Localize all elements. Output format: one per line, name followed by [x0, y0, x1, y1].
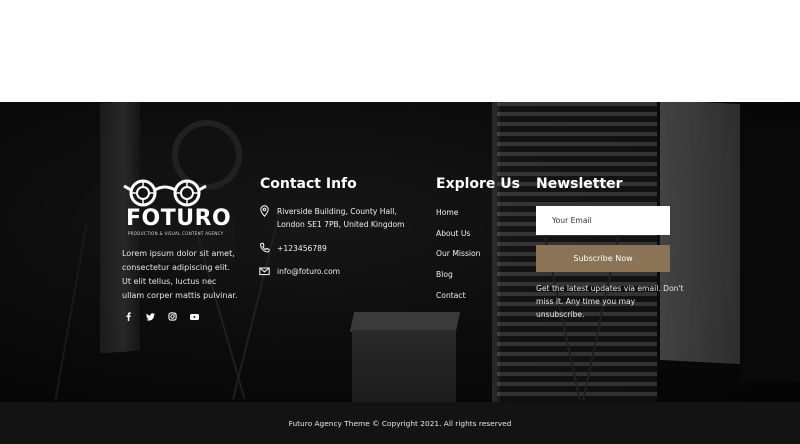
footer-link-home[interactable]: Home: [436, 207, 480, 228]
newsletter-heading: Newsletter: [536, 176, 623, 192]
explore-links: Home About Us Our Mission Blog Contact: [436, 207, 480, 310]
site-footer: [0, 102, 800, 402]
copyright-text: Futuro Agency Theme © Copyright 2021. Al…: [288, 418, 512, 428]
contact-address: Riverside Building, County Hall, London …: [277, 207, 405, 229]
subscribe-button[interactable]: Subscribe Now: [536, 245, 670, 272]
footer-link-contact[interactable]: Contact: [436, 290, 480, 311]
footer-link-our-mission[interactable]: Our Mission: [436, 248, 480, 269]
contact-email-row: info@foturo.com: [259, 265, 340, 278]
location-pin-icon: [260, 205, 269, 217]
twitter-icon[interactable]: [146, 312, 155, 321]
contact-address-row: Riverside Building, County Hall, London …: [259, 205, 409, 231]
envelope-icon: [259, 267, 270, 276]
brand-tagline: PRODUCTION & VISUAL CONTENT AGENCY: [128, 231, 224, 236]
copyright-bar: Futuro Agency Theme © Copyright 2021. Al…: [0, 402, 800, 444]
brand-description: Lorem ipsum dolor sit amet, consectetur …: [122, 249, 238, 300]
newsletter-email-input[interactable]: [536, 206, 670, 235]
page-top-blank: [0, 0, 800, 102]
contact-phone[interactable]: +123456789: [277, 242, 327, 255]
instagram-icon[interactable]: [168, 312, 177, 321]
background-overlay: [0, 102, 800, 402]
social-links: [124, 312, 199, 321]
facebook-icon[interactable]: [124, 312, 133, 321]
youtube-icon[interactable]: [190, 312, 199, 321]
phone-icon: [259, 242, 270, 253]
brand-block: FOTURO PRODUCTION & VISUAL CONTENT AGENC…: [122, 178, 242, 236]
newsletter-note: Get the latest updates via email. Don't …: [536, 284, 684, 319]
contact-heading: Contact Info: [260, 176, 357, 192]
footer-link-blog[interactable]: Blog: [436, 269, 480, 290]
brand-name[interactable]: FOTURO: [122, 208, 242, 230]
logo-glasses-icon: [123, 179, 207, 207]
contact-phone-row: +123456789: [259, 242, 327, 255]
contact-email[interactable]: info@foturo.com: [277, 265, 340, 278]
footer-link-about-us[interactable]: About Us: [436, 228, 480, 249]
explore-heading: Explore Us: [436, 176, 521, 192]
